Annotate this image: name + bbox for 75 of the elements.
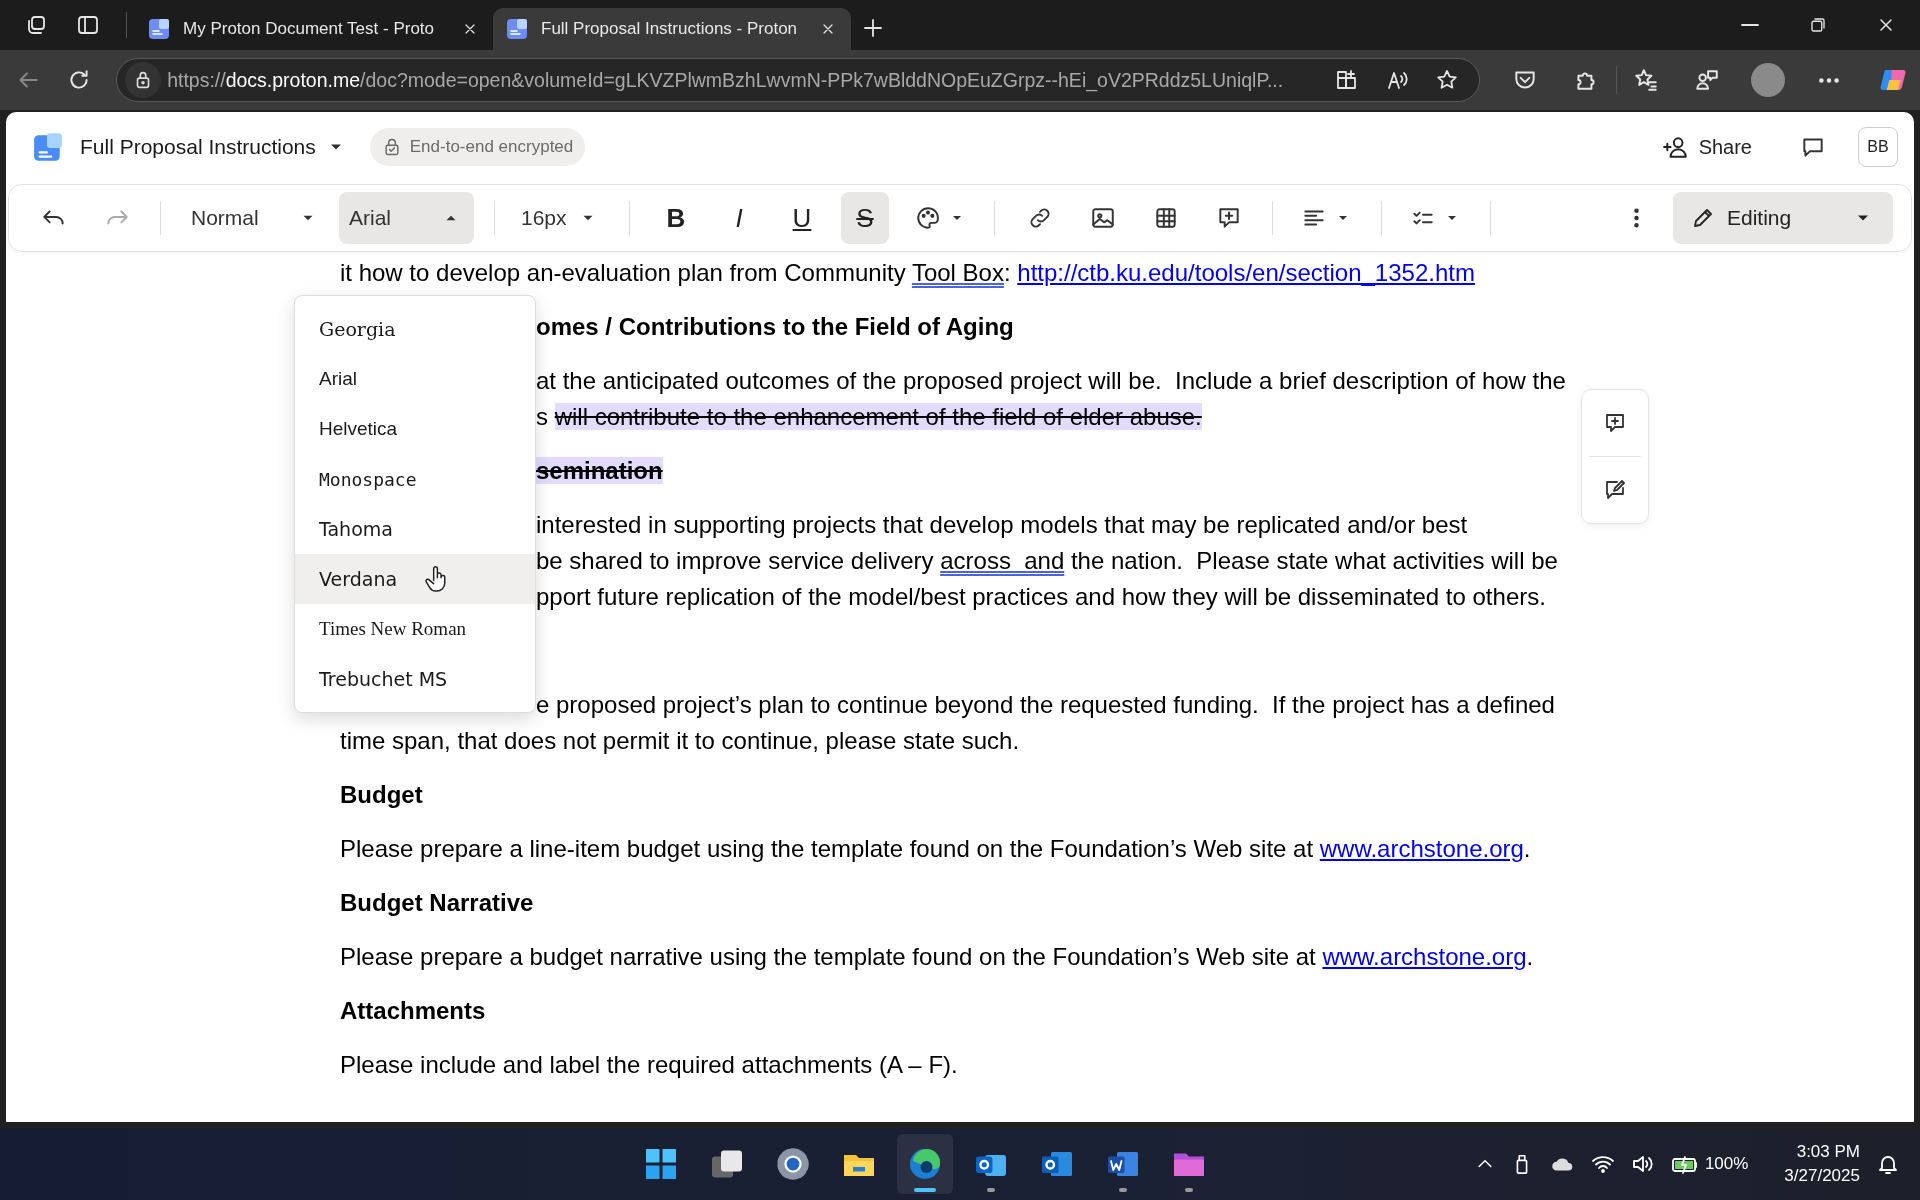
- taskbar-app[interactable]: [897, 1134, 953, 1194]
- font-option[interactable]: Monospace: [295, 454, 535, 504]
- link[interactable]: www.archstone.org: [1319, 835, 1524, 862]
- font-option[interactable]: Georgia: [295, 304, 535, 354]
- browser-tab[interactable]: My Proton Document Test - Proto: [135, 8, 493, 50]
- more-icon: [1819, 77, 1840, 83]
- paragraph-line: at the anticipated outcomes of the proposed project will be. Include a brief description of how the: [536, 366, 1566, 396]
- grid-plus-icon: [1334, 68, 1359, 92]
- url-text: https://docs.proton.me/doc?mode=open&volumeId=gLKVZPlwmBzhLwvmN-PPk7wBlddNOpEuZGrpz--hEi_oV2PRddz5LUniqlP...: [167, 68, 1285, 92]
- star-list-icon: [1633, 67, 1660, 93]
- font-option[interactable]: Trebuchet MS: [295, 654, 535, 704]
- tab-title: Full Proposal Instructions - Proton: [541, 19, 799, 39]
- battery-button[interactable]: 100%: [1670, 1152, 1749, 1176]
- window-icon: [76, 13, 100, 37]
- paragraph-style-dropdown[interactable]: Normal: [181, 192, 331, 244]
- paragraph-line: be shared to improve service delivery across and the nation. Please state what activities will be: [536, 546, 1558, 576]
- paragraph-line: e proposed project’s plan to continue beyond the requested funding. If the project has a defined: [536, 690, 1555, 720]
- paragraph-line: time span, that does not permit it to continue, please state such.: [340, 726, 1020, 756]
- minimize-icon: [1741, 24, 1759, 26]
- star-icon: [1434, 68, 1459, 92]
- link[interactable]: http://ctb.ku.edu/tools/en/section_1352.htm: [1017, 259, 1475, 286]
- docs-logo-icon: [32, 131, 64, 163]
- comment-plus-icon: [1603, 411, 1627, 435]
- settings-icon: [775, 1146, 811, 1182]
- add-person-icon: [1662, 134, 1689, 160]
- heading-text: Attachments: [340, 996, 486, 1026]
- comment-plus-icon: [1216, 205, 1242, 231]
- paragraph-line: interested in supporting projects that develop models that may be replicated and/or best: [536, 510, 1468, 540]
- more-vertical-icon: [1633, 208, 1639, 228]
- font-option[interactable]: Helvetica: [295, 404, 535, 454]
- font-option[interactable]: Times New Roman: [295, 604, 535, 654]
- table-icon: [1153, 205, 1179, 231]
- address-bar[interactable]: https://docs.proton.me/doc?mode=open&volumeId=gLKVZPlwmBzhLwvmN-PPk7wBlddNOpEuZGrpz--hEi_oV2PRddz5LUniqlP...: [116, 58, 1480, 102]
- paragraph-line: it how to develop an-evaluation plan from Community Tool Box: http://ctb.ku.edu/tools/en/section_1352.htm: [340, 258, 1475, 288]
- font-size-dropdown[interactable]: 16px: [511, 192, 611, 244]
- share-button[interactable]: Share: [1652, 127, 1762, 167]
- paragraph-line: pport future replication of the model/best practices and how they will be disseminated to others.: [536, 582, 1546, 612]
- paragraph-line: Please include and label the required attachments (A – F).: [340, 1050, 958, 1080]
- plus-icon: [861, 16, 885, 40]
- palette-icon: [915, 205, 941, 231]
- time-text: 3:03 PM: [1796, 1141, 1860, 1163]
- heading-text: semination: [536, 456, 663, 486]
- font-option[interactable]: Verdana: [295, 554, 535, 604]
- restore-icon: [1809, 16, 1827, 34]
- encryption-badge: End-to-end encrypted: [369, 128, 586, 166]
- swirl-browser-icon: [907, 1146, 943, 1182]
- heading-text: Budget Narrative: [340, 888, 534, 918]
- underline-button[interactable]: U: [778, 192, 826, 244]
- bold-button[interactable]: B: [652, 192, 700, 244]
- link[interactable]: www.archstone.org: [1322, 943, 1527, 970]
- clock[interactable]: 3:03 PM 3/27/2025: [1784, 1140, 1860, 1188]
- document-title[interactable]: Full Proposal Instructions: [80, 135, 316, 159]
- date-text: 3/27/2025: [1784, 1165, 1860, 1187]
- chat-bubbles-icon: [1694, 67, 1721, 93]
- font-dropdown[interactable]: Arial: [339, 192, 474, 244]
- pencil-bubble-icon: [1603, 478, 1627, 502]
- avatar-icon: [1751, 63, 1786, 97]
- windows-logo-icon: [643, 1146, 679, 1182]
- font-option[interactable]: Tahoma: [295, 504, 535, 554]
- heading-text: Budget: [340, 780, 423, 810]
- user-avatar[interactable]: BB: [1858, 127, 1898, 167]
- paragraph-line: s will contribute to the enhancement of the field of elder abuse.: [536, 402, 1202, 432]
- strike-button[interactable]: S: [841, 192, 889, 244]
- editing-mode-dropdown[interactable]: Editing: [1673, 192, 1893, 244]
- heading-text: omes / Contributions to the Field of Aging: [536, 312, 1014, 342]
- pencil-icon: [1691, 206, 1715, 230]
- paragraph-line: Please prepare a budget narrative using the template found on the Foundation’s Web site at www.archstone.org.: [340, 942, 1534, 972]
- image-icon: [1090, 205, 1116, 231]
- font-option[interactable]: Arial: [295, 354, 535, 404]
- italic-button[interactable]: I: [715, 192, 763, 244]
- paragraph-line: Please prepare a line-item budget using the template found on the Foundation’s Web site at www.archstone.org.: [340, 834, 1531, 864]
- browser-tab[interactable]: Full Proposal Instructions - Proton: [493, 8, 851, 50]
- document-icon: [505, 17, 529, 41]
- tab-title: My Proton Document Test - Proto: [183, 19, 435, 39]
- document-icon: [147, 17, 171, 41]
